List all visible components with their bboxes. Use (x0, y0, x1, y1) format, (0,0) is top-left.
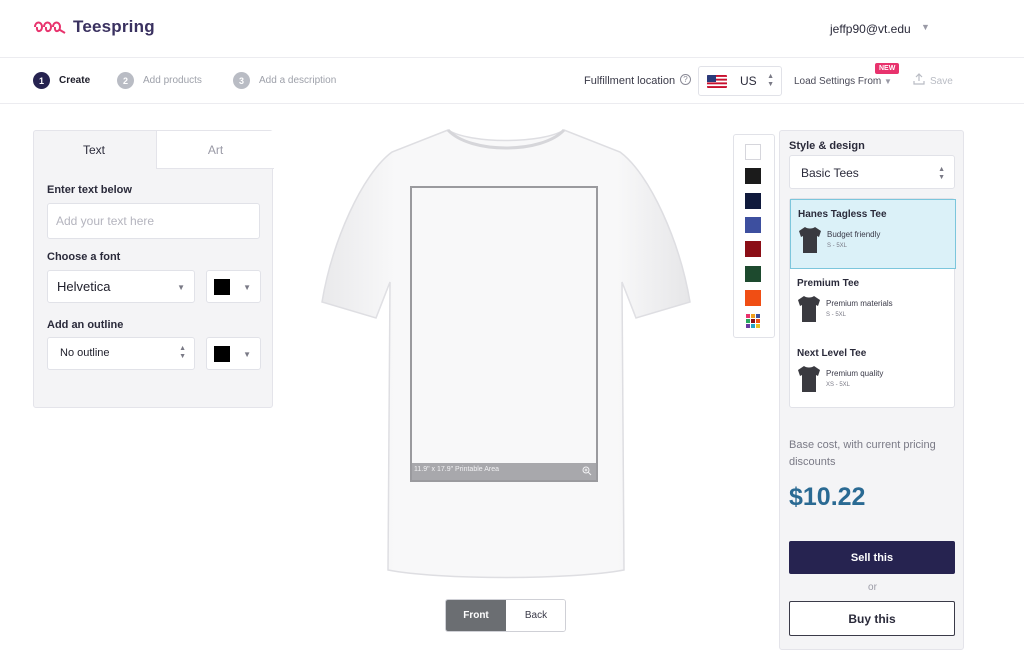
step-add-description[interactable]: 3 Add a description (233, 72, 336, 89)
step-number: 3 (233, 72, 250, 89)
swatch-white[interactable] (745, 144, 761, 160)
brand-logo[interactable]: Teespring (33, 17, 155, 37)
step-label: Add a description (259, 75, 337, 86)
text-editor-panel: Text Art Enter text below Choose a font … (33, 130, 274, 408)
product-name: Next Level Tee (797, 348, 867, 359)
enter-text-label: Enter text below (47, 184, 132, 196)
style-select[interactable]: Basic Tees ▲ ▼ (789, 155, 955, 189)
product-next-level-tee[interactable]: Next Level Tee Premium quality XS - 5XL (790, 339, 956, 409)
side-toggle: Front Back (445, 599, 566, 632)
outline-label: Add an outline (47, 319, 124, 331)
steps-bar: 1 Create 2 Add products 3 Add a descript… (0, 58, 1024, 104)
product-list: Hanes Tagless Tee Budget friendly S - 5X… (789, 198, 956, 409)
outline-value: No outline (60, 347, 110, 359)
swatch-navy[interactable] (745, 193, 761, 209)
new-badge: NEW (875, 63, 900, 74)
product-sizes: S - 5XL (827, 243, 848, 249)
base-cost-label: Base cost, with current pricing discount… (789, 439, 936, 468)
text-input[interactable] (47, 203, 260, 239)
country-select[interactable]: US ▲ ▼ (698, 66, 782, 96)
upload-icon[interactable] (913, 73, 925, 85)
user-email[interactable]: jeffp90@vt.edu (830, 22, 911, 36)
font-color-picker[interactable]: ▼ (206, 270, 261, 303)
step-label: Add products (143, 75, 202, 86)
chevron-down-icon: ▼ (177, 283, 185, 292)
back-button[interactable]: Back (506, 600, 565, 631)
select-arrows-icon: ▲ ▼ (179, 345, 186, 360)
zoom-icon[interactable] (582, 466, 592, 476)
sell-this-button[interactable]: Sell this (789, 541, 955, 574)
step-create[interactable]: 1 Create (33, 72, 90, 89)
outline-color-picker[interactable]: ▼ (206, 337, 261, 370)
outline-color-swatch (214, 346, 230, 362)
tab-text[interactable]: Text (34, 131, 154, 169)
style-design-title: Style & design (789, 140, 865, 152)
outline-select[interactable]: No outline ▲ ▼ (47, 337, 195, 370)
brand-name: Teespring (73, 17, 155, 36)
product-name: Hanes Tagless Tee (798, 209, 887, 220)
base-price: $10.22 (789, 483, 866, 511)
printable-area[interactable]: 11.9" x 17.9" Printable Area (410, 186, 598, 482)
product-description: Premium quality (826, 369, 884, 378)
product-premium-tee[interactable]: Premium Tee Premium materials S - 5XL (790, 269, 956, 339)
top-bar: Teespring jeffp90@vt.edu ▼ (0, 0, 1024, 58)
load-settings-dropdown[interactable]: Load Settings From (794, 76, 881, 87)
country-code: US (740, 74, 757, 88)
product-sizes: XS - 5XL (826, 382, 851, 388)
font-label: Choose a font (47, 251, 121, 263)
printable-area-footer: 11.9" x 17.9" Printable Area (412, 463, 596, 480)
teespring-logo-icon (34, 21, 66, 34)
chevron-down-icon: ▼ (243, 350, 251, 359)
step-add-products[interactable]: 2 Add products (117, 72, 202, 89)
more-colors-icon[interactable] (745, 313, 761, 329)
printable-area-label: 11.9" x 17.9" Printable Area (414, 466, 500, 473)
color-swatches (733, 134, 775, 338)
front-button[interactable]: Front (446, 600, 506, 631)
style-design-panel: Style & design Basic Tees ▲ ▼ Hanes Tagle… (779, 130, 964, 650)
style-value: Basic Tees (801, 166, 859, 180)
chevron-down-icon[interactable]: ▼ (921, 22, 930, 32)
select-arrows-icon: ▲ ▼ (938, 166, 945, 181)
swatch-royal-blue[interactable] (745, 217, 761, 233)
tab-art[interactable]: Art (156, 131, 274, 169)
font-color-swatch (214, 279, 230, 295)
chevron-down-icon: ▼ (243, 283, 251, 292)
font-value: Helvetica (57, 279, 111, 294)
fulfillment-location-label: Fulfillment location (584, 75, 676, 87)
font-select[interactable]: Helvetica ▼ (47, 270, 195, 303)
tshirt-thumbnail-icon (798, 296, 820, 322)
save-button[interactable]: Save (930, 76, 953, 87)
tshirt-thumbnail-icon (799, 227, 821, 253)
help-icon[interactable]: ? (680, 74, 691, 85)
swatch-black[interactable] (745, 168, 761, 184)
product-sizes: S - 5XL (826, 312, 847, 318)
swatch-orange[interactable] (745, 290, 761, 306)
step-label: Create (59, 75, 91, 86)
tshirt-thumbnail-icon (798, 366, 820, 392)
swatch-red[interactable] (745, 241, 761, 257)
or-separator: or (868, 582, 877, 593)
product-hanes-tagless-tee[interactable]: Hanes Tagless Tee Budget friendly S - 5X… (790, 199, 956, 269)
step-number: 1 (33, 72, 50, 89)
select-arrows-icon: ▲ ▼ (767, 73, 774, 88)
swatch-green[interactable] (745, 266, 761, 282)
product-description: Premium materials (826, 299, 893, 308)
step-number: 2 (117, 72, 134, 89)
product-description: Budget friendly (827, 230, 881, 239)
us-flag-icon (707, 75, 727, 88)
buy-this-button[interactable]: Buy this (789, 601, 955, 636)
product-name: Premium Tee (797, 278, 860, 289)
chevron-down-icon[interactable]: ▼ (884, 77, 892, 86)
